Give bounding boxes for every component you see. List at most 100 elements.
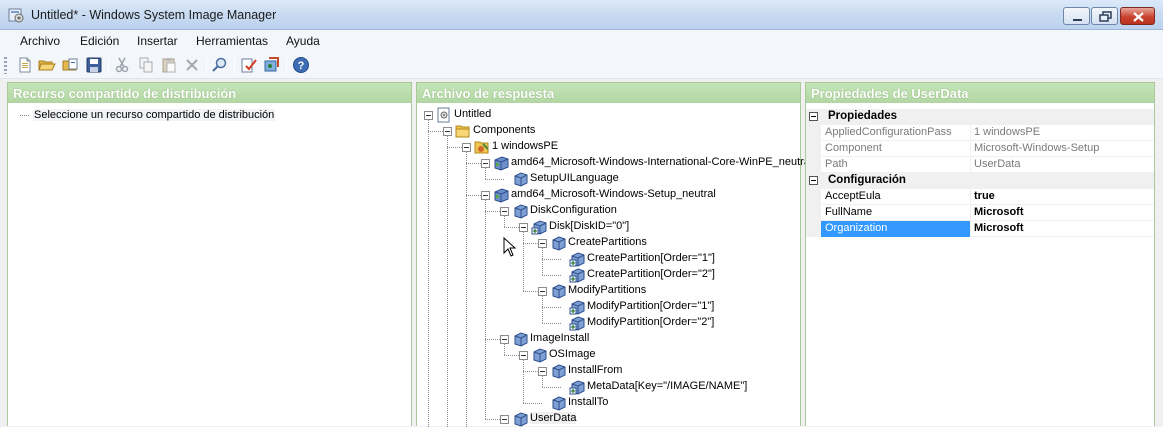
- find-icon[interactable]: [211, 56, 229, 74]
- open-answer-file-icon[interactable]: [62, 56, 80, 74]
- validate-icon[interactable]: [240, 56, 258, 74]
- property-row-selected[interactable]: Organization Microsoft: [806, 221, 1154, 237]
- collapse-icon[interactable]: [538, 239, 547, 248]
- tree-node[interactable]: MetaData[Key="/IMAGE/NAME"]: [417, 379, 800, 395]
- collapse-icon[interactable]: [500, 335, 509, 344]
- tree-node-label: InstallTo: [568, 396, 609, 408]
- tree-node-label: MetaData[Key="/IMAGE/NAME"]: [587, 380, 748, 392]
- property-row[interactable]: Component Microsoft-Windows-Setup: [806, 141, 1154, 157]
- property-row[interactable]: FullName Microsoft: [806, 205, 1154, 221]
- properties-panel: Propiedades de UserData Propiedades Appl…: [805, 82, 1155, 426]
- help-icon[interactable]: ?: [292, 56, 310, 74]
- component-icon: [494, 156, 509, 171]
- setting-icon: [514, 412, 528, 427]
- menu-ayuda[interactable]: Ayuda: [286, 34, 320, 48]
- create-config-set-icon[interactable]: [263, 56, 281, 74]
- category-configuracion[interactable]: Configuración: [806, 173, 1154, 189]
- paste-icon[interactable]: [160, 56, 178, 74]
- tree-node[interactable]: CreatePartitions: [417, 235, 800, 251]
- tree-node-label: CreatePartition[Order="1"]: [587, 252, 715, 264]
- wsim-app-icon: [8, 8, 24, 23]
- collapse-icon[interactable]: [443, 127, 452, 136]
- tree-node[interactable]: DiskConfiguration: [417, 203, 800, 219]
- tree-connector: [523, 403, 542, 404]
- tree-connector: [542, 323, 561, 324]
- answer-file-icon: [437, 107, 450, 123]
- tree-node-label: CreatePartitions: [568, 236, 647, 248]
- menu-insertar[interactable]: Insertar: [137, 34, 178, 48]
- tree-node-label: amd64_Microsoft-Windows-Setup_neutral: [511, 188, 716, 200]
- collapse-icon[interactable]: [424, 111, 433, 120]
- collapse-icon[interactable]: [809, 176, 818, 185]
- property-name: Path: [821, 157, 971, 173]
- tree-node-label: amd64_Microsoft-Windows-International-Co…: [511, 156, 813, 168]
- tree-node[interactable]: amd64_Microsoft-Windows-International-Co…: [417, 155, 812, 171]
- tree-node[interactable]: OSImage: [417, 347, 800, 363]
- minimize-button[interactable]: [1063, 7, 1090, 25]
- cut-icon[interactable]: [113, 56, 131, 74]
- property-value[interactable]: Microsoft: [972, 221, 1154, 237]
- delete-icon[interactable]: [183, 56, 201, 74]
- tree-node-label: Disk[DiskID="0"]: [549, 220, 630, 232]
- tree-node[interactable]: ImageInstall: [417, 331, 800, 347]
- collapse-icon[interactable]: [809, 112, 818, 121]
- open-folder-icon[interactable]: [38, 56, 56, 74]
- collapse-icon[interactable]: [462, 143, 471, 152]
- new-file-icon[interactable]: [16, 56, 34, 74]
- tree-node[interactable]: ModifyPartition[Order="1"]: [417, 299, 800, 315]
- property-row[interactable]: Path UserData: [806, 157, 1154, 173]
- property-name: Component: [821, 141, 971, 157]
- tree-node[interactable]: Components: [417, 123, 800, 139]
- property-row[interactable]: AcceptEula true: [806, 189, 1154, 205]
- tree-node[interactable]: InstallFrom: [417, 363, 800, 379]
- tree-node[interactable]: 1 windowsPE: [417, 139, 800, 155]
- collapse-icon[interactable]: [481, 159, 490, 168]
- collapse-icon[interactable]: [519, 223, 528, 232]
- save-icon[interactable]: [85, 56, 103, 74]
- tree-node-label: Untitled: [454, 108, 492, 120]
- tree-node[interactable]: SetupUILanguage: [417, 171, 800, 187]
- tree-node[interactable]: ModifyPartition[Order="2"]: [417, 315, 800, 331]
- close-button[interactable]: [1120, 7, 1155, 25]
- toolbar-grip[interactable]: [4, 57, 7, 74]
- tree-node-label: ModifyPartitions: [568, 284, 647, 296]
- menu-edicion[interactable]: Edición: [80, 34, 119, 48]
- property-row[interactable]: AppliedConfigurationPass 1 windowsPE: [806, 125, 1154, 141]
- select-distribution-share-item[interactable]: Seleccione un recurso compartido de dist…: [33, 109, 276, 121]
- copy-icon[interactable]: [137, 56, 155, 74]
- collapse-icon[interactable]: [500, 207, 509, 216]
- grid-gutter: [806, 125, 821, 141]
- restore-button[interactable]: [1091, 7, 1118, 25]
- category-propiedades[interactable]: Propiedades: [806, 109, 1154, 125]
- collapse-icon[interactable]: [538, 367, 547, 376]
- tree-node[interactable]: InstallTo: [417, 395, 800, 411]
- property-value: Microsoft-Windows-Setup: [974, 142, 1100, 154]
- tree-node[interactable]: CreatePartition[Order="2"]: [417, 267, 800, 283]
- tree-node[interactable]: UserData: [417, 411, 800, 427]
- tree-node-label: 1 windowsPE: [492, 140, 559, 152]
- tree-node[interactable]: ModifyPartitions: [417, 283, 800, 299]
- tree-connector: [542, 387, 561, 388]
- toolbar-separator: [234, 57, 235, 74]
- answer-file-tree: Untitled Components 1 windowsPE amd64_Micro…: [417, 83, 812, 427]
- tree-node-label: OSImage: [549, 348, 596, 360]
- collapse-icon[interactable]: [538, 287, 547, 296]
- menu-herramientas[interactable]: Herramientas: [196, 34, 268, 48]
- distribution-share-header: Recurso compartido de distribución: [8, 83, 411, 103]
- maximize-icon: [1099, 11, 1112, 22]
- collapse-icon[interactable]: [500, 415, 509, 424]
- collapse-icon[interactable]: [519, 351, 528, 360]
- folder-icon: [455, 125, 470, 138]
- property-value[interactable]: true: [972, 189, 1154, 205]
- collapse-icon[interactable]: [481, 191, 490, 200]
- menu-archivo[interactable]: Archivo: [20, 34, 60, 48]
- property-value: 1 windowsPE: [974, 126, 1041, 138]
- answer-file-panel: Archivo de respuesta Untitled Components 1…: [416, 82, 812, 427]
- tree-node[interactable]: Untitled: [417, 107, 800, 123]
- property-value[interactable]: Microsoft: [972, 205, 1154, 221]
- grid-gutter: [806, 205, 821, 221]
- setting-icon: [552, 396, 566, 411]
- tree-node[interactable]: Disk[DiskID="0"]: [417, 219, 800, 235]
- tree-node[interactable]: amd64_Microsoft-Windows-Setup_neutral: [417, 187, 800, 203]
- tree-node[interactable]: CreatePartition[Order="1"]: [417, 251, 800, 267]
